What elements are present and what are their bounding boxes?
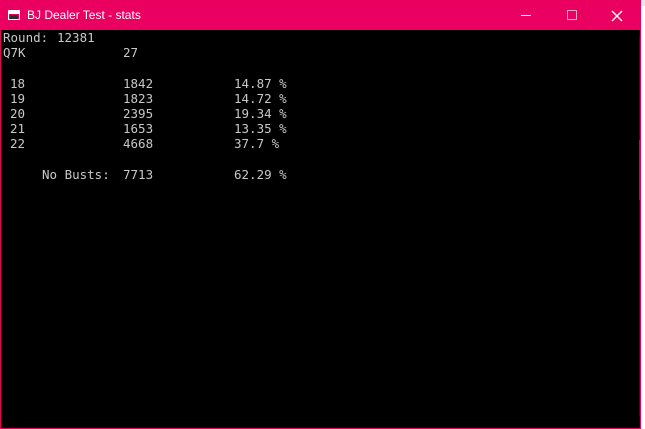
- hand-cards: Q7K: [3, 45, 26, 60]
- hand-total: 27: [123, 45, 139, 60]
- row-count: 1653: [123, 121, 154, 136]
- maximize-button[interactable]: [549, 1, 595, 30]
- no-busts-count: 7713: [123, 167, 154, 182]
- no-busts-percent: 62.29 %: [234, 167, 287, 182]
- console-window-icon[interactable]: [8, 10, 20, 20]
- window-title: BJ Dealer Test - stats: [27, 8, 141, 22]
- round-label: Round:: [3, 30, 49, 45]
- console-window: BJ Dealer Test - stats Round: 12381 Q7K …: [0, 0, 641, 429]
- scrollbar-edge: [639, 36, 640, 416]
- vertical-scrollbar[interactable]: [624, 30, 640, 428]
- title-bar[interactable]: BJ Dealer Test - stats: [1, 1, 640, 30]
- close-button[interactable]: [594, 1, 640, 30]
- row-count: 1842: [123, 76, 154, 91]
- round-value: 12381: [57, 30, 95, 45]
- row-count: 1823: [123, 91, 154, 106]
- scrollbar-accent: [639, 140, 640, 200]
- row-total: 22: [10, 136, 26, 151]
- minimize-button[interactable]: [503, 1, 549, 30]
- maximize-icon: [567, 10, 577, 20]
- row-percent: 13.35 %: [234, 121, 287, 136]
- row-percent: 14.87 %: [234, 76, 287, 91]
- row-total: 21: [10, 121, 26, 136]
- row-percent: 37.7 %: [234, 136, 280, 151]
- console-output: Round: 12381 Q7K 27 18 1842 14.87 % 19 1…: [3, 30, 621, 425]
- minimize-icon: [521, 15, 531, 16]
- row-percent: 19.34 %: [234, 106, 287, 121]
- row-total: 18: [10, 76, 26, 91]
- close-icon: [611, 10, 623, 22]
- no-busts-label: No Busts:: [42, 167, 110, 182]
- row-percent: 14.72 %: [234, 91, 287, 106]
- row-total: 19: [10, 91, 26, 106]
- row-total: 20: [10, 106, 26, 121]
- row-count: 2395: [123, 106, 154, 121]
- row-count: 4668: [123, 136, 154, 151]
